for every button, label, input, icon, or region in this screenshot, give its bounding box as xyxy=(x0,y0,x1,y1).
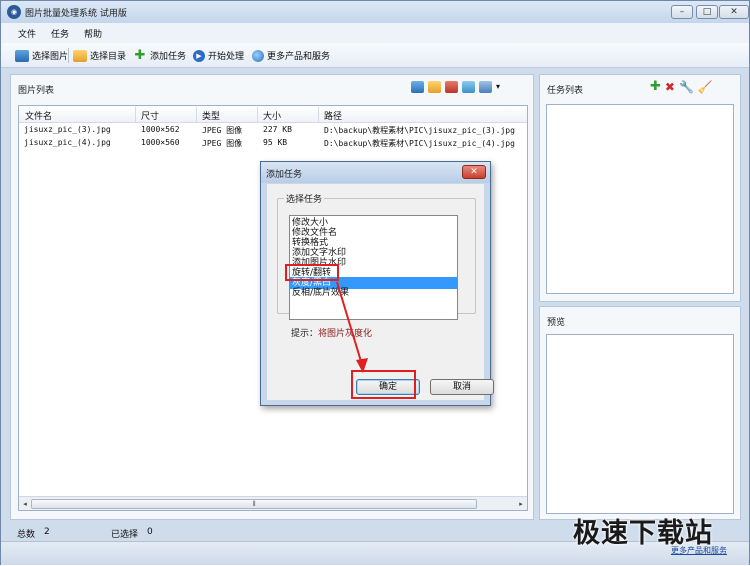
app-window: ◉ 图片批量处理系统 试用版 – □ ✕ 文件 任务 帮助 选择图片 选择目录 … xyxy=(0,0,750,565)
annotation-arrow xyxy=(336,281,368,373)
more-products-link[interactable]: 更多产品和服务 xyxy=(671,545,727,556)
